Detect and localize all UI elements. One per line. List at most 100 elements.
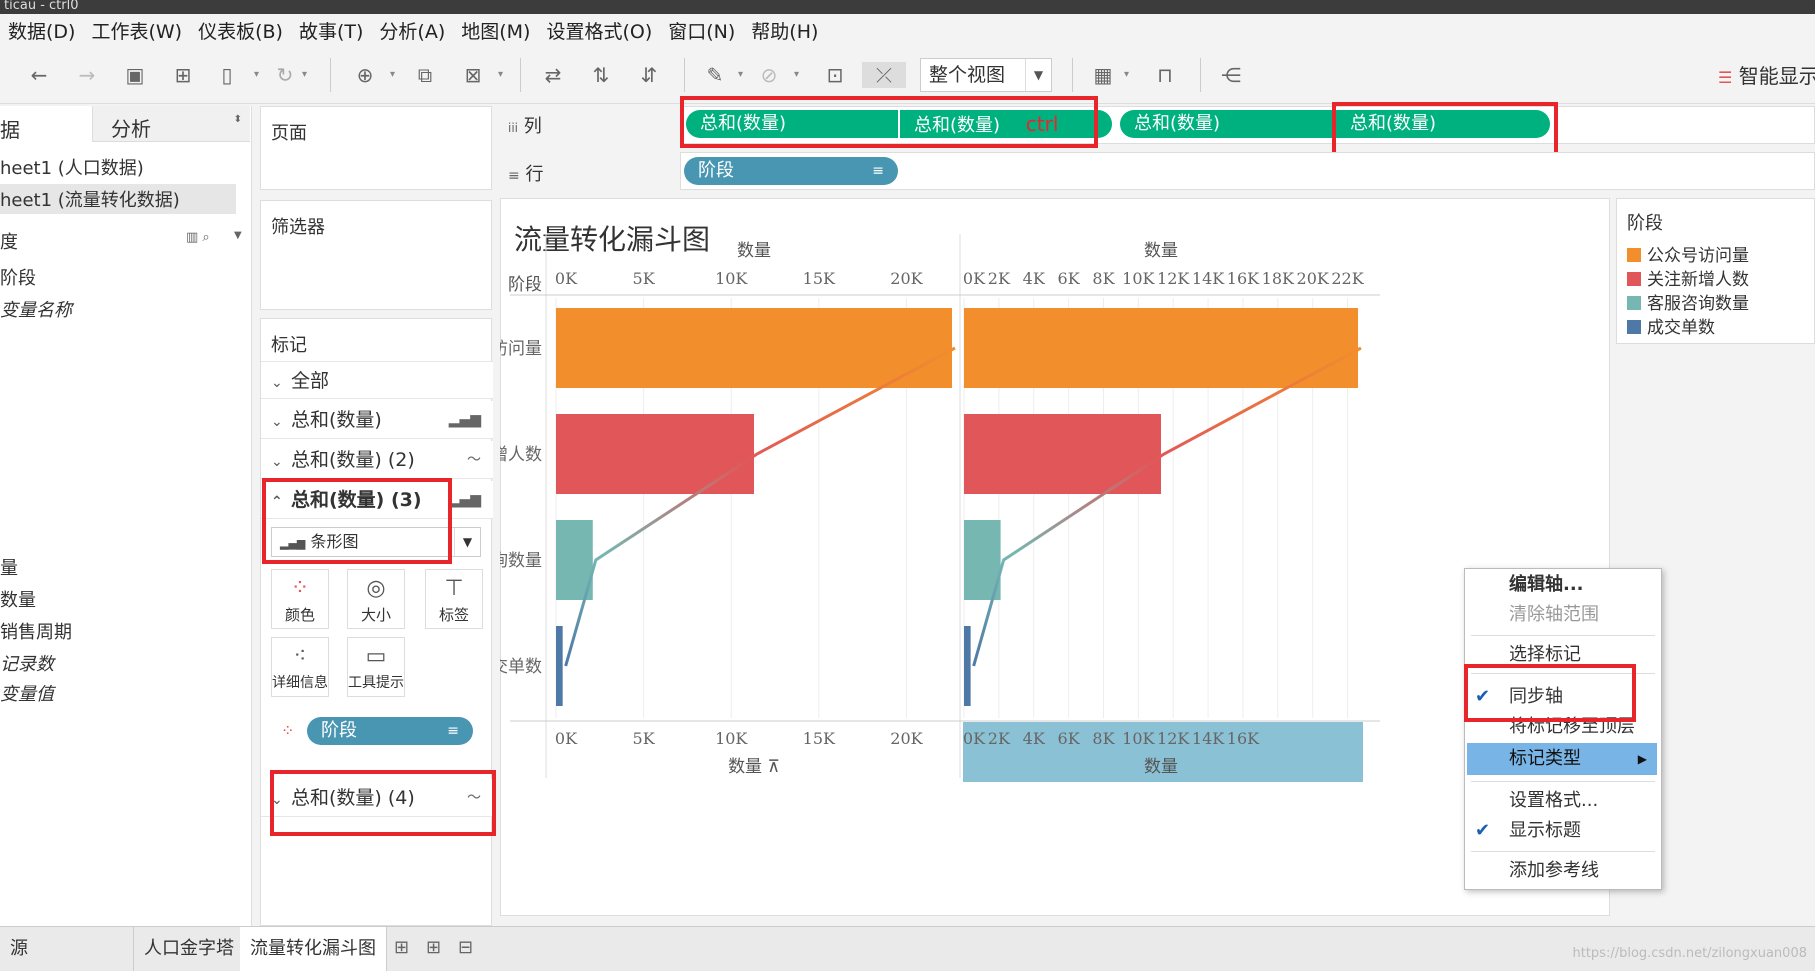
view-select[interactable]: 整个视图 ▼ xyxy=(920,58,1052,92)
tab-data[interactable]: 据 xyxy=(0,106,92,142)
field-record-count[interactable]: 记录数 xyxy=(0,650,54,676)
tab-datasource[interactable]: 源 xyxy=(0,927,134,971)
tick-label: 15K xyxy=(803,729,836,748)
tick-label: 5K xyxy=(633,269,656,288)
share-icon[interactable]: ⋲ xyxy=(1218,62,1244,88)
new-dashboard-icon[interactable]: ⊞ xyxy=(426,937,441,958)
size-button[interactable]: ◎ 大小 xyxy=(347,569,405,629)
datasource-item[interactable]: heet1 (人口数据) xyxy=(0,154,144,180)
marks-layer-2[interactable]: ⌄ 总和(数量) (2) 〜 xyxy=(261,441,493,479)
sort-icon: ≡ xyxy=(872,163,884,179)
funnel-chart: 阶段数量0K 5K 10K 15K 20K0K 5K 10K 15K 20K数量 ⊼数量0K 2K… xyxy=(500,234,1380,782)
menu-window[interactable]: 窗口(N) xyxy=(660,17,743,44)
color-legend: 阶段 公众号访问量 关注新增人数 客服咨询数量 成交单数 xyxy=(1616,198,1815,344)
clear-sheet-caret-icon[interactable]: ▾ xyxy=(498,62,508,88)
color-icon: ⁘ xyxy=(290,576,310,601)
new-story-icon[interactable]: ⊟ xyxy=(458,937,473,958)
menu-edit-axis[interactable]: 编辑轴... xyxy=(1465,569,1661,601)
marks-layer-1[interactable]: ⌄ 总和(数量) ▂▄▆ xyxy=(261,401,493,439)
menu-worksheet[interactable]: 工作表(W) xyxy=(83,17,190,44)
group-icon[interactable]: ⊘ xyxy=(756,62,782,88)
axis-context-menu: 编辑轴... 清除轴范围 选择标记 ✔ 同步轴 将标记移至顶层 标记类型 ▶ 设… xyxy=(1464,568,1662,890)
columns-pill-3[interactable]: 总和(数量) xyxy=(1120,110,1332,138)
new-sheet-icon[interactable]: ⊕ xyxy=(352,62,378,88)
detail-button[interactable]: ⁖ 详细信息 xyxy=(271,637,329,697)
refresh-caret-icon[interactable]: ▾ xyxy=(302,62,312,88)
menu-mark-type[interactable]: 标记类型 ▶ xyxy=(1467,743,1657,775)
filters-shelf[interactable]: 筛选器 xyxy=(260,200,492,310)
rows-pill-stage[interactable]: 阶段 ≡ xyxy=(684,157,898,185)
presentation-icon[interactable]: ⊓ xyxy=(1152,62,1178,88)
menu-format[interactable]: 设置格式(O) xyxy=(538,17,660,44)
new-worksheet-icon[interactable]: ⊞ xyxy=(394,937,409,958)
new-sheet-caret-icon[interactable]: ▾ xyxy=(390,62,400,88)
fix-axes-icon[interactable]: ⤫ xyxy=(862,62,906,88)
filters-title: 筛选器 xyxy=(271,217,325,238)
clear-sheet-icon[interactable]: ⊠ xyxy=(460,62,486,88)
color-button[interactable]: ⁘ 颜色 xyxy=(271,569,329,629)
menu-help[interactable]: 帮助(H) xyxy=(743,17,826,44)
menu-dashboard[interactable]: 仪表板(B) xyxy=(190,17,291,44)
tick-label: 10K xyxy=(1122,269,1155,288)
label-icon[interactable]: ⊡ xyxy=(822,62,848,88)
menu-analysis[interactable]: 分析(A) xyxy=(371,17,453,44)
axis-title: 数量 xyxy=(1144,241,1178,261)
save-icon[interactable]: ▣ xyxy=(122,62,148,88)
refresh-icon[interactable]: ↻ xyxy=(272,62,298,88)
sort-icon: ≡ xyxy=(447,723,459,739)
view-toggle-icon[interactable]: ▥ ⌕ xyxy=(186,230,210,245)
field-variable-name[interactable]: 变量名称 xyxy=(0,296,72,322)
menu-format[interactable]: 设置格式... xyxy=(1465,785,1661,817)
tab-funnel[interactable]: 流量转化漏斗图 xyxy=(240,927,387,971)
group-caret-icon[interactable]: ▾ xyxy=(794,62,804,88)
field-sales-cycle[interactable]: 销售周期 xyxy=(0,618,72,644)
highlight-box xyxy=(1332,102,1558,156)
legend-item[interactable]: 客服咨询数量 xyxy=(1627,289,1749,314)
menu-show-header[interactable]: ✔ 显示标题 xyxy=(1465,815,1661,847)
legend-item[interactable]: 关注新增人数 xyxy=(1627,265,1749,290)
highlight-icon[interactable]: ✎ xyxy=(702,62,728,88)
legend-item[interactable]: 成交单数 xyxy=(1627,313,1715,338)
sort-desc-icon[interactable]: ⇵ xyxy=(636,62,662,88)
color-icon: ⁘ xyxy=(281,721,295,740)
back-icon[interactable]: ← xyxy=(26,62,52,88)
duplicate-icon[interactable]: ⧉ xyxy=(412,62,438,88)
highlight-caret-icon[interactable]: ▾ xyxy=(738,62,748,88)
menubar: 数据(D) 工作表(W) 仪表板(B) 故事(T) 分析(A) 地图(M) 设置… xyxy=(0,14,1815,46)
menu-clear-axis-range[interactable]: 清除轴范围 xyxy=(1465,599,1661,631)
pause-icon[interactable]: ▯ xyxy=(214,62,240,88)
field-stage[interactable]: 阶段 xyxy=(0,264,36,290)
forward-icon[interactable]: → xyxy=(74,62,100,88)
chevron-down-icon[interactable]: ▼ xyxy=(234,230,242,241)
field-variable-value[interactable]: 变量值 xyxy=(0,680,54,706)
smart-show-button[interactable]: ☰ 智能显示 xyxy=(1718,60,1815,89)
marks-title: 标记 xyxy=(271,335,307,356)
menu-map[interactable]: 地图(M) xyxy=(453,17,538,44)
window-title: ticau - ctrl0 xyxy=(0,0,1815,14)
show-me-caret-icon[interactable]: ▾ xyxy=(1124,62,1134,88)
show-me-icon[interactable]: ▦ xyxy=(1090,62,1116,88)
sort-asc-icon[interactable]: ⇅ xyxy=(588,62,614,88)
category-label: 成交单数 xyxy=(500,657,542,677)
field-quantity[interactable]: 数量 xyxy=(0,586,36,612)
datasource-item-active[interactable]: heet1 (流量转化数据) xyxy=(0,184,236,214)
tab-analysis[interactable]: 分析 ⬍ xyxy=(92,106,250,142)
pause-caret-icon[interactable]: ▾ xyxy=(254,62,264,88)
menu-data[interactable]: 数据(D) xyxy=(0,17,83,44)
tab-arrows-icon: ⬍ xyxy=(233,114,242,125)
tab-population-pyramid[interactable]: 人口金字塔 xyxy=(134,927,245,971)
legend-item[interactable]: 公众号访问量 xyxy=(1627,241,1749,266)
tick-label: 10K xyxy=(715,729,748,748)
color-pill-stage[interactable]: 阶段 ≡ xyxy=(307,717,473,745)
swap-icon[interactable]: ⇄ xyxy=(540,62,566,88)
tick-label: 16K xyxy=(1227,269,1260,288)
detail-icon: ⁖ xyxy=(293,644,307,669)
tooltip-button[interactable]: ▭ 工具提示 xyxy=(347,637,405,697)
label-button[interactable]: ⊤ 标签 xyxy=(425,569,483,629)
marks-all[interactable]: ⌄ 全部 xyxy=(261,361,493,399)
new-datasource-icon[interactable]: ⊞ xyxy=(170,62,196,88)
menu-story[interactable]: 故事(T) xyxy=(291,17,371,44)
pages-shelf[interactable]: 页面 xyxy=(260,106,492,190)
menu-add-reference-line[interactable]: 添加参考线 xyxy=(1465,855,1661,887)
tick-label: 18K xyxy=(1262,269,1295,288)
